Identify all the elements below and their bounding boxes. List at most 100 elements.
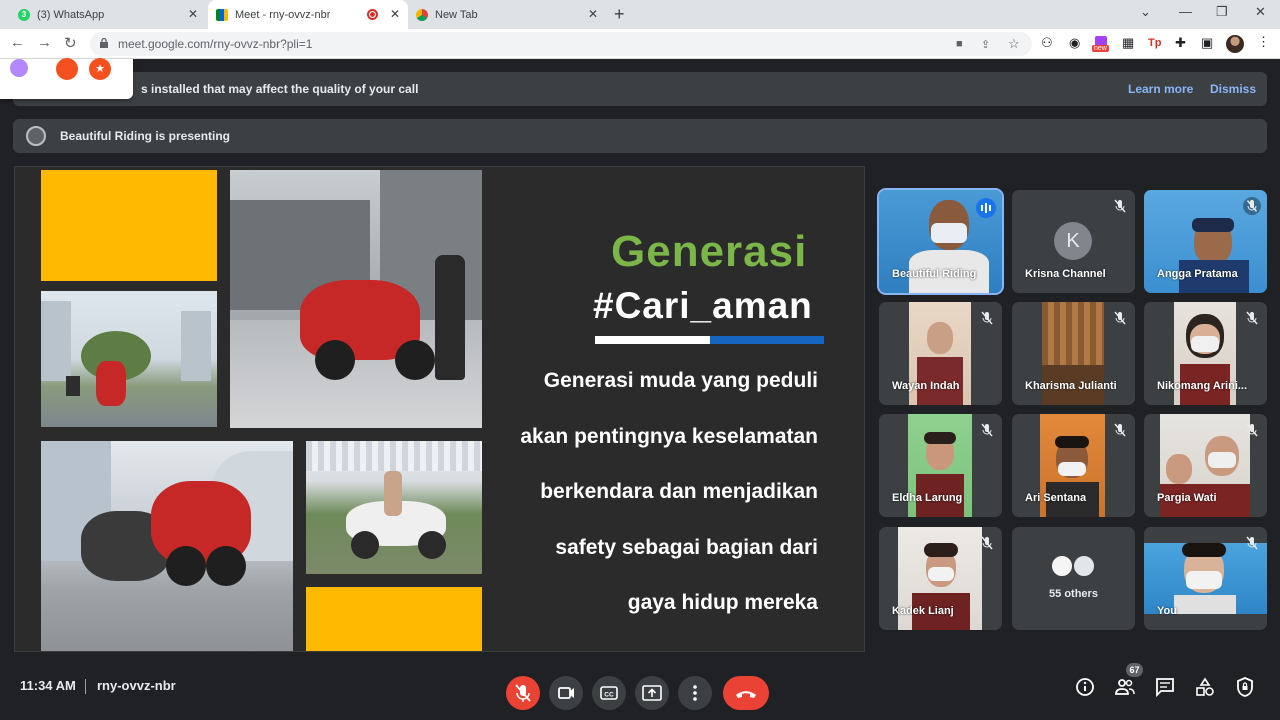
record-extension-icon[interactable]: ◉ — [1069, 36, 1080, 50]
extension-icon[interactable]: ⚇ — [1041, 36, 1053, 50]
camera-toggle-button[interactable] — [549, 676, 583, 710]
tab-new-tab[interactable]: New Tab ✕ — [410, 0, 606, 29]
learn-more-link[interactable]: Learn more — [1128, 82, 1193, 96]
hang-up-icon — [736, 691, 756, 698]
bookmark-star-icon[interactable]: ☆ — [1008, 36, 1020, 52]
tp-extension-icon[interactable]: Tp — [1148, 36, 1161, 50]
participant-tile[interactable]: Kharisma Julianti — [1012, 302, 1135, 405]
participant-tile[interactable]: Angga Pratama — [1144, 190, 1267, 293]
participant-avatar: K — [1054, 222, 1092, 260]
participant-tile[interactable]: Beautiful Riding — [877, 188, 1004, 295]
captions-button[interactable]: CC — [592, 676, 626, 710]
meeting-clock: 11:34 AM — [20, 678, 76, 693]
presenting-text: Beautiful Riding is presenting — [60, 129, 231, 143]
mic-off-icon — [1114, 311, 1126, 325]
more-options-button[interactable] — [678, 676, 712, 710]
dismiss-button[interactable]: Dismiss — [1210, 82, 1256, 96]
profile-avatar[interactable] — [1226, 35, 1244, 53]
chrome-icon — [416, 8, 428, 21]
tab-whatsapp[interactable]: 3 (3) WhatsApp ✕ — [8, 0, 206, 29]
participant-name: Krisna Channel — [1025, 268, 1106, 280]
address-bar[interactable]: meet.google.com/rny-ovvz-nbr?pli=1 ■ ⇪ ☆ — [90, 32, 1032, 56]
participant-tile[interactable]: Pargia Wati — [1144, 414, 1267, 517]
purple-extension-icon[interactable] — [10, 59, 28, 77]
mic-off-icon — [1246, 536, 1258, 550]
bottom-divider — [85, 679, 86, 694]
tab-label: (3) WhatsApp — [37, 8, 105, 21]
url-text: meet.google.com/rny-ovvz-nbr?pli=1 — [118, 37, 313, 51]
riders-city-photo — [41, 291, 217, 427]
other-avatar — [1050, 554, 1074, 578]
lock-icon — [100, 38, 108, 48]
self-tile[interactable]: You — [1144, 527, 1267, 630]
slide-body-line: akan pentingnya keselamatan — [520, 425, 818, 448]
others-tile[interactable]: 55 others — [1012, 527, 1135, 630]
video-camera-icon — [558, 687, 574, 699]
browser-toolbar: ← → ↻ meet.google.com/rny-ovvz-nbr?pli=1… — [0, 29, 1280, 59]
mic-off-icon — [981, 311, 993, 325]
participant-name: Beautiful Riding — [892, 268, 977, 280]
minimize-icon[interactable]: — — [1179, 4, 1192, 19]
extension-popup: ★ — [0, 58, 133, 99]
leave-call-button[interactable] — [723, 676, 769, 710]
reload-icon[interactable]: ↻ — [64, 34, 77, 52]
slide-title: Generasi — [611, 227, 808, 276]
shared-presentation: Generasi #Cari_aman Generasi muda yang p… — [14, 166, 865, 652]
microphone-toggle-button[interactable] — [506, 676, 540, 710]
tab-label: Meet - rny-ovvz-nbr — [235, 8, 331, 21]
participant-tile[interactable]: Ari Sentana — [1012, 414, 1135, 517]
participant-tile[interactable]: Wayan Indah — [879, 302, 1002, 405]
maximize-icon[interactable]: ❐ — [1216, 4, 1228, 20]
star-extension-icon[interactable]: ★ — [89, 58, 111, 80]
chrome-menu-icon[interactable]: ⋮ — [1257, 35, 1270, 49]
yellow-block-top — [41, 170, 217, 281]
close-icon[interactable]: ✕ — [390, 8, 400, 20]
triangle-extension-icon[interactable] — [56, 58, 78, 80]
chat-icon[interactable] — [1154, 676, 1176, 698]
meeting-details-icon[interactable] — [1074, 676, 1096, 698]
browser-tab-strip: 3 (3) WhatsApp ✕ Meet - rny-ovvz-nbr ✕ N… — [0, 0, 1280, 29]
participant-name: Ari Sentana — [1025, 492, 1087, 504]
mic-off-icon — [1114, 423, 1126, 437]
other-avatar — [1072, 554, 1096, 578]
participant-name: Wayan Indah — [892, 380, 960, 392]
mic-off-icon — [981, 536, 993, 550]
participant-tile[interactable]: Kadek Lianj — [879, 527, 1002, 630]
presenting-bar: Beautiful Riding is presenting — [13, 119, 1267, 153]
present-screen-icon — [642, 685, 662, 701]
tab-search-chevron-icon[interactable]: ⌄ — [1140, 4, 1151, 20]
camera-icon[interactable]: ■ — [956, 38, 963, 50]
recording-icon — [367, 9, 378, 20]
grid-extension-icon[interactable]: ▦ — [1122, 36, 1134, 50]
new-tab-plus-icon[interactable]: + — [614, 4, 625, 25]
puzzle-extensions-icon[interactable]: ✚ — [1175, 36, 1186, 50]
new-badge: new — [1092, 45, 1109, 52]
participant-tile[interactable]: Nikomang Arini... — [1144, 302, 1267, 405]
back-arrow-icon[interactable]: ← — [10, 34, 25, 51]
banner-message: s installed that may affect the quality … — [141, 82, 419, 96]
participant-name: Pargia Wati — [1157, 492, 1217, 504]
share-icon[interactable]: ⇪ — [981, 38, 990, 51]
speaking-indicator-icon — [976, 198, 996, 218]
window-close-icon[interactable]: ✕ — [1255, 4, 1266, 20]
forward-arrow-icon[interactable]: → — [37, 34, 52, 51]
close-icon[interactable]: ✕ — [188, 8, 198, 20]
presenter-avatar — [26, 126, 46, 146]
tab-meet[interactable]: Meet - rny-ovvz-nbr ✕ — [208, 0, 408, 29]
participant-name: Kharisma Julianti — [1025, 380, 1117, 392]
host-controls-shield-icon[interactable] — [1234, 676, 1256, 698]
slide-body-line: berkendara dan menjadikan — [540, 480, 818, 503]
close-icon[interactable]: ✕ — [588, 8, 598, 20]
slide-body-line: Generasi muda yang peduli — [543, 369, 818, 392]
present-screen-button[interactable] — [635, 676, 669, 710]
participant-name: Kadek Lianj — [892, 605, 954, 617]
participant-tile[interactable]: K Krisna Channel — [1012, 190, 1135, 293]
new-extension-icon[interactable]: new — [1092, 36, 1110, 54]
participant-name: Nikomang Arini... — [1157, 380, 1248, 392]
participant-tile[interactable]: Eldha Larung — [879, 414, 1002, 517]
people-icon[interactable] — [1114, 676, 1136, 698]
whatsapp-icon: 3 — [18, 8, 30, 21]
activities-icon[interactable] — [1194, 676, 1216, 698]
mic-off-icon — [1246, 311, 1258, 325]
side-panel-icon[interactable]: ▣ — [1201, 36, 1213, 50]
